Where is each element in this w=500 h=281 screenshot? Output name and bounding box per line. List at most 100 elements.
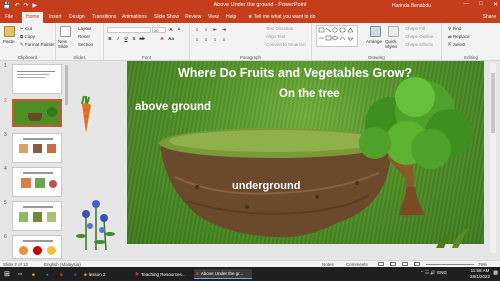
arrange-button[interactable]: Arrange — [366, 39, 382, 44]
tree-image[interactable] — [345, 67, 484, 217]
layout-button[interactable]: Layout — [78, 26, 92, 31]
close-icon[interactable]: ✕ — [493, 1, 498, 8]
clock[interactable]: 11:58 AM 28/1/2022 — [470, 268, 490, 280]
format-painter-button[interactable]: ✎ Format Painter — [20, 42, 55, 48]
slide-thumbnail[interactable] — [12, 235, 62, 259]
replace-button[interactable]: ⇄ Replace — [448, 34, 470, 40]
thumbnails-scrollbar[interactable] — [65, 65, 68, 105]
numbering-icon[interactable]: ≡ — [203, 27, 209, 32]
tab-review[interactable]: Review — [185, 14, 201, 20]
task-view-icon[interactable]: ▭ — [16, 269, 24, 279]
font-size-field[interactable]: 20 — [152, 27, 166, 33]
text-direction-button[interactable]: Text Direction — [266, 26, 293, 31]
tab-file[interactable]: File — [5, 14, 13, 20]
slide-canvas[interactable]: Where Do Fruits and Vegetables Grow? abo… — [127, 61, 484, 244]
redo-icon[interactable]: ↷ — [24, 2, 29, 9]
above-ground-label[interactable]: above ground — [135, 101, 211, 113]
align-left-icon[interactable]: ≡ — [194, 37, 200, 42]
underline-icon[interactable]: U — [123, 36, 129, 41]
chevron-up-icon[interactable]: ⌃ — [420, 270, 424, 275]
language-indicator-tray[interactable]: ENG — [437, 270, 447, 275]
shape-effects-button[interactable]: Shape Effects — [405, 42, 433, 47]
user-name[interactable]: Harinda Benabdu — [392, 3, 431, 9]
paste-icon[interactable] — [4, 26, 15, 37]
flower-plant-image[interactable] — [76, 198, 118, 252]
tab-view[interactable]: View — [208, 14, 219, 20]
section-button[interactable]: Section — [78, 42, 93, 47]
find-button[interactable]: ⚲ Find — [448, 26, 461, 32]
bullets-icon[interactable]: ≡ — [194, 27, 200, 32]
new-slide-icon[interactable] — [60, 26, 71, 37]
increase-indent-icon[interactable]: ⇥ — [221, 27, 227, 32]
slide-thumbnail[interactable] — [12, 64, 62, 94]
normal-view-icon[interactable] — [378, 262, 384, 266]
strikethrough-icon[interactable]: ab — [139, 36, 145, 41]
tab-animations[interactable]: Animations — [122, 14, 147, 20]
font-color-icon[interactable]: A — [159, 36, 165, 41]
shape-outline-button[interactable]: Shape Outline — [405, 34, 434, 39]
taskbar-item-powerpoint[interactable]: ■ Above Under the gr... — [194, 269, 252, 279]
cut-button[interactable]: ✂ Cut — [20, 26, 32, 32]
scrollbar-thumb[interactable] — [491, 73, 495, 133]
slideshow-view-icon[interactable] — [414, 262, 420, 266]
quick-styles-button[interactable]: Quick Styles — [385, 39, 401, 49]
decrease-indent-icon[interactable]: ⇤ — [212, 27, 218, 32]
arrange-icon[interactable] — [370, 26, 381, 37]
word-pin-icon[interactable]: ■ — [72, 269, 79, 279]
tab-slide-show[interactable]: Slide Show — [154, 14, 179, 20]
increase-font-icon[interactable]: A — [168, 27, 174, 32]
share-button[interactable]: Share — [483, 14, 496, 20]
align-text-button[interactable]: Align Text — [266, 34, 285, 39]
slide-thumbnail[interactable] — [12, 133, 62, 163]
powerpoint-pin-icon[interactable]: ■ — [58, 269, 65, 279]
slide-title[interactable]: Where Do Fruits and Vegetables Grow? — [145, 66, 445, 80]
italic-icon[interactable]: I — [115, 36, 121, 41]
select-button[interactable]: ⇱ Select — [448, 42, 466, 48]
slideshow-icon[interactable]: ▶ — [33, 2, 38, 9]
decrease-font-icon[interactable]: A — [176, 27, 182, 32]
slide-thumbnail[interactable] — [12, 201, 62, 231]
change-case-icon[interactable]: Aa — [168, 36, 174, 41]
new-slide-button[interactable]: New Slide — [58, 39, 76, 49]
minimize-icon[interactable]: — — [463, 1, 469, 8]
undo-icon[interactable]: ↶ — [14, 2, 19, 9]
taskbar-item-chrome[interactable]: ◉ Teaching Resources... — [133, 269, 191, 279]
notifications-icon[interactable]: ▩ — [493, 270, 498, 276]
windows-start-icon[interactable]: ⊞ — [2, 269, 12, 279]
volume-icon[interactable]: 🔊 — [430, 270, 436, 275]
tab-design[interactable]: Design — [69, 14, 85, 20]
edge-icon[interactable]: ● — [44, 269, 51, 279]
slide-sorter-icon[interactable] — [390, 262, 396, 266]
tab-help[interactable]: Help — [226, 14, 236, 20]
slide-thumbnail[interactable] — [12, 167, 62, 197]
taskbar-item-lesson[interactable]: ■ lesson 2 — [82, 269, 130, 279]
tab-home[interactable]: Home — [22, 12, 44, 23]
paste-button[interactable]: Paste — [3, 39, 15, 44]
shapes-gallery[interactable] — [316, 25, 358, 47]
on-the-tree-label[interactable]: On the tree — [279, 88, 340, 100]
underground-label[interactable]: underground — [232, 180, 300, 192]
align-center-icon[interactable]: ≡ — [203, 37, 209, 42]
shadow-icon[interactable]: S — [131, 36, 137, 41]
tab-insert[interactable]: Insert — [49, 14, 62, 20]
reset-button[interactable]: Reset — [78, 34, 90, 39]
tell-me-search[interactable]: ★ Tell me what you want to do — [248, 14, 316, 20]
file-explorer-icon[interactable]: ■ — [30, 269, 37, 279]
copy-button[interactable]: ⧉ Copy — [20, 34, 35, 39]
carrot-image[interactable] — [74, 94, 98, 134]
maximize-icon[interactable]: □ — [479, 1, 483, 8]
small-plant-image[interactable] — [432, 224, 472, 250]
convert-smartart-button[interactable]: Convert to SmartArt — [266, 42, 306, 47]
reading-view-icon[interactable] — [402, 262, 408, 266]
slide-thumbnail-selected[interactable] — [12, 99, 62, 127]
tab-transitions[interactable]: Transitions — [92, 14, 116, 20]
bold-icon[interactable]: B — [107, 36, 113, 41]
slide-vertical-scrollbar[interactable] — [490, 63, 496, 253]
font-name-field[interactable] — [107, 27, 151, 33]
justify-icon[interactable]: ≡ — [221, 37, 227, 42]
zoom-slider[interactable] — [426, 264, 474, 265]
shape-fill-button[interactable]: Shape Fill — [405, 26, 425, 31]
quick-styles-icon[interactable] — [388, 26, 399, 37]
network-icon[interactable]: ☷ — [425, 270, 429, 275]
align-right-icon[interactable]: ≡ — [212, 37, 218, 42]
